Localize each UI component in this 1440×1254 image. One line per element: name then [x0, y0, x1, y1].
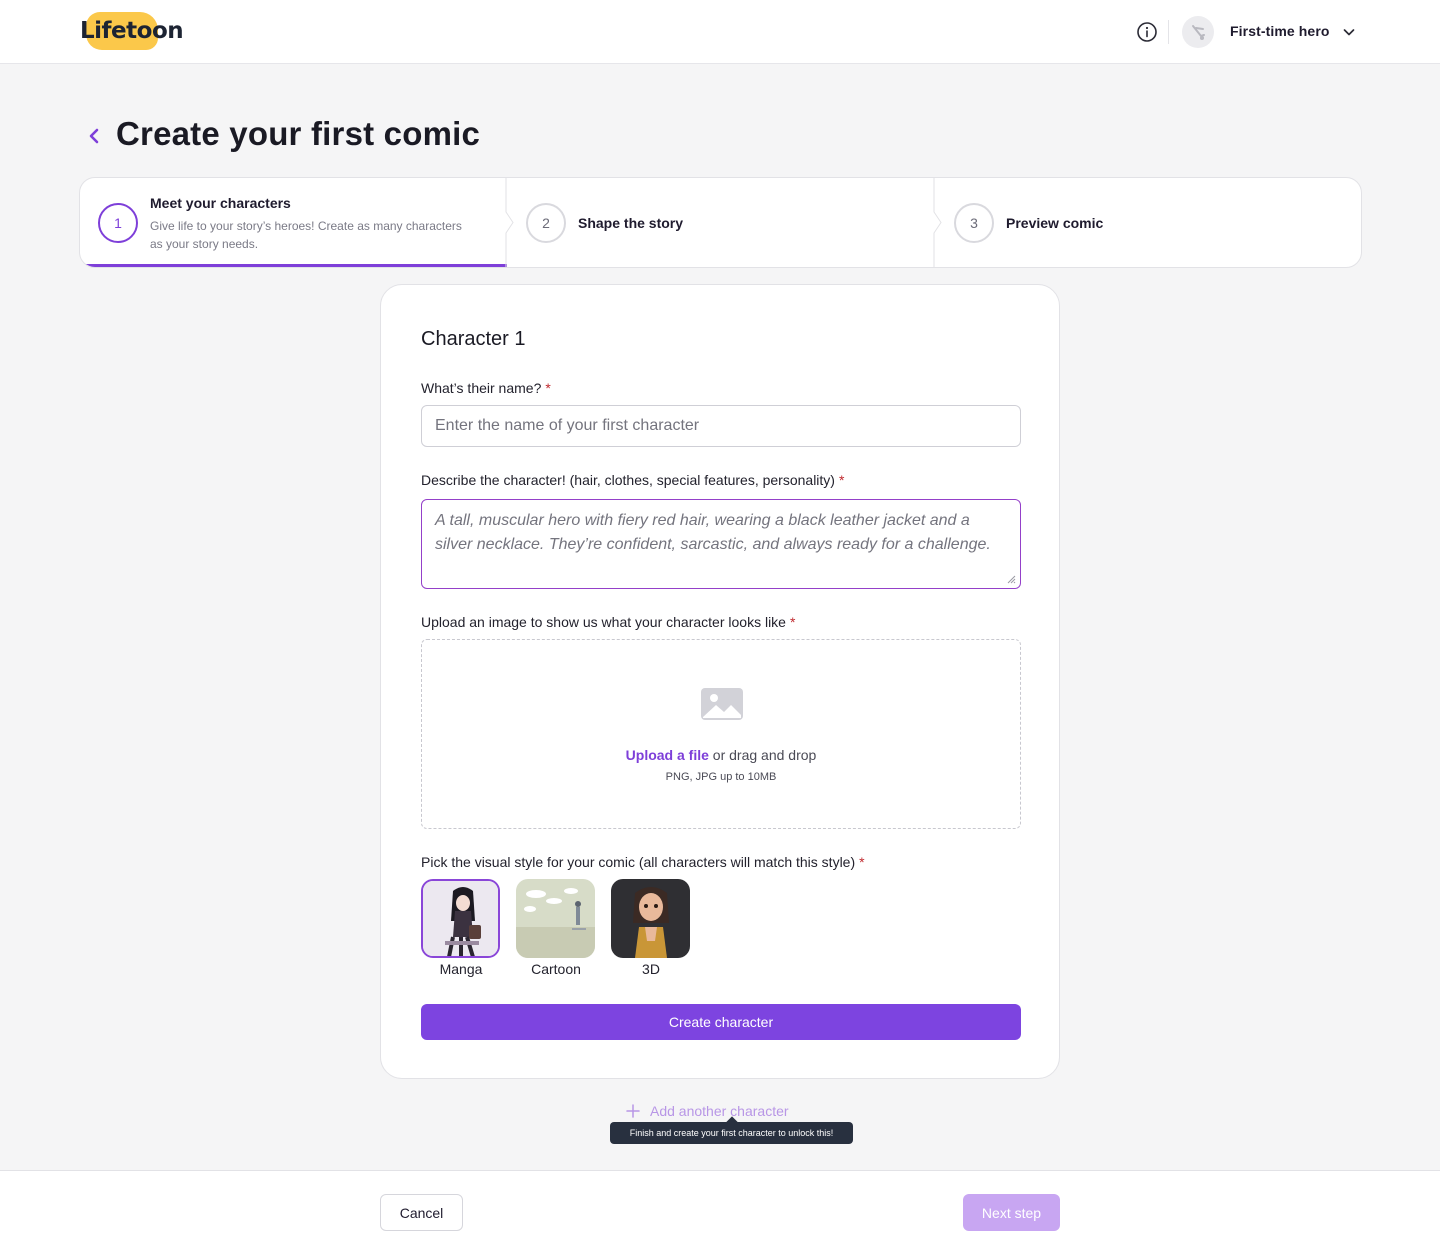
step-description: Give life to your story’s heroes! Create…: [150, 219, 462, 251]
create-character-button[interactable]: Create character: [421, 1004, 1021, 1040]
style-picker: Manga Cartoon 3D: [421, 879, 701, 979]
footer-bar: Cancel Next step: [0, 1170, 1440, 1254]
locked-tooltip: Finish and create your first character t…: [610, 1122, 853, 1144]
upload-hint: PNG, JPG up to 10MB: [665, 771, 777, 783]
style-option-cartoon[interactable]: Cartoon: [516, 879, 596, 977]
style-label-manga: Manga: [439, 961, 483, 977]
manga-thumbnail: [421, 879, 500, 958]
step-title: Meet your characters: [150, 195, 291, 211]
style-option-3d[interactable]: 3D: [611, 879, 691, 977]
step-number: 2: [526, 203, 566, 243]
description-label: Describe the character! (hair, clothes, …: [421, 472, 845, 488]
lifetoon-logo[interactable]: Lifetoon: [80, 12, 184, 50]
name-label: What’s their name? *: [421, 380, 551, 396]
image-placeholder-icon: [701, 688, 743, 720]
stepper: 1 Meet your characters Give life to your…: [79, 177, 1362, 268]
upload-label: Upload an image to show us what your cha…: [421, 614, 796, 630]
style-label-cartoon: Cartoon: [531, 961, 581, 977]
upload-instructions: Upload a file or drag and drop: [625, 747, 817, 763]
3d-thumbnail: [611, 879, 690, 958]
cancel-button[interactable]: Cancel: [380, 1194, 463, 1231]
page-title: Create your first comic: [116, 115, 481, 152]
add-another-label: Add another character: [650, 1103, 789, 1119]
step-preview-comic[interactable]: 3 Preview comic: [935, 178, 1361, 267]
style-label: Pick the visual style for your comic (al…: [421, 854, 865, 870]
back-chevron-icon[interactable]: [84, 124, 104, 148]
active-step-indicator: [80, 264, 507, 267]
upload-file-link[interactable]: Upload a file: [626, 747, 709, 763]
plus-icon: [626, 1104, 640, 1118]
style-label-3d: 3D: [642, 961, 660, 977]
step-title: Shape the story: [578, 215, 684, 231]
user-name[interactable]: First-time hero: [1230, 23, 1330, 39]
cartoon-thumbnail: [516, 879, 595, 958]
upload-dropzone[interactable]: Upload a file or drag and drop PNG, JPG …: [421, 639, 1021, 829]
step-meet-characters[interactable]: 1 Meet your characters Give life to your…: [80, 178, 507, 267]
next-step-button[interactable]: Next step: [963, 1194, 1060, 1231]
required-mark: *: [838, 472, 845, 488]
required-mark: *: [789, 614, 796, 630]
card-title: Character 1: [421, 328, 526, 350]
step-shape-story[interactable]: 2 Shape the story: [507, 178, 935, 267]
required-mark: *: [859, 854, 865, 870]
character-name-input[interactable]: [421, 405, 1021, 447]
add-another-character-button[interactable]: Add another character: [626, 1102, 789, 1120]
logo-wordmark: Lifetoon: [80, 18, 184, 44]
chevron-down-icon[interactable]: [1342, 25, 1356, 39]
required-mark: *: [545, 380, 551, 396]
style-option-manga[interactable]: Manga: [421, 879, 501, 977]
info-icon[interactable]: [1136, 21, 1158, 43]
step-title: Preview comic: [1006, 215, 1104, 231]
resize-handle-icon[interactable]: [1006, 574, 1016, 584]
character-description-textarea[interactable]: A tall, muscular hero with fiery red hai…: [421, 499, 1021, 589]
avatar[interactable]: [1182, 16, 1214, 48]
step-number: 1: [98, 203, 138, 243]
top-bar: Lifetoon First-time hero: [0, 0, 1440, 64]
step-number: 3: [954, 203, 994, 243]
header-divider: [1168, 20, 1169, 44]
character-card: Character 1 What’s their name?* Describe…: [380, 284, 1060, 1079]
